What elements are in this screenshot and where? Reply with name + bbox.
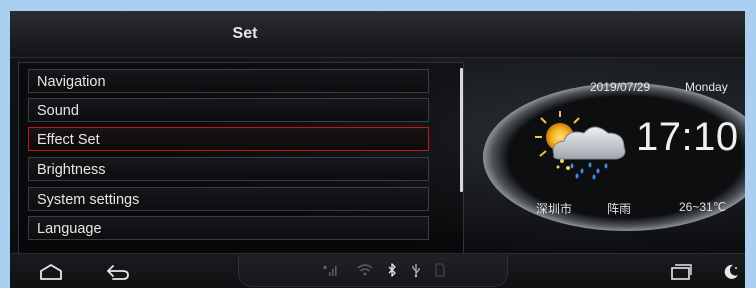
temperature-text: 26~31℃: [679, 200, 727, 214]
status-icons: ×: [238, 255, 508, 287]
head-unit-screen: Set Navigation Sound Effect Set Brightne…: [10, 11, 745, 288]
menu-item-brightness[interactable]: Brightness: [28, 157, 429, 181]
day-text: Monday: [685, 80, 728, 94]
menu-item-language[interactable]: Language: [28, 216, 429, 240]
settings-menu: Navigation Sound Effect Set Brightness S…: [18, 62, 464, 254]
menu-item-sound[interactable]: Sound: [28, 98, 429, 122]
back-icon[interactable]: [105, 263, 131, 281]
recent-apps-icon[interactable]: [670, 264, 692, 280]
city-text: 深圳市: [536, 202, 573, 216]
bottom-navigation-bar: ×: [10, 253, 745, 288]
divider: [10, 57, 745, 58]
signal-icon: ×: [323, 265, 337, 276]
menu-item-effect-set[interactable]: Effect Set: [28, 127, 429, 151]
sun-cloud-rain-icon: [535, 111, 626, 180]
page-title: Set: [232, 25, 258, 42]
usb-icon: [412, 264, 420, 277]
title-bar: Set: [10, 11, 745, 57]
night-mode-icon[interactable]: [722, 263, 740, 281]
bluetooth-icon: [388, 263, 396, 277]
time-text: 17:10: [636, 115, 739, 159]
clock-weather-widget[interactable]: 2019/07/29 Monday 17:10 深圳市 阵雨 26~31℃: [480, 63, 745, 243]
sdcard-icon: [435, 263, 445, 277]
home-icon[interactable]: [39, 263, 63, 281]
wifi-icon: [357, 264, 373, 276]
menu-item-system-settings[interactable]: System settings: [28, 187, 429, 211]
menu-item-navigation[interactable]: Navigation: [28, 69, 429, 93]
date-text: 2019/07/29: [590, 80, 651, 94]
svg-text:×: ×: [323, 265, 327, 272]
menu-scrollbar[interactable]: [460, 68, 463, 192]
weather-text: 阵雨: [607, 202, 632, 216]
